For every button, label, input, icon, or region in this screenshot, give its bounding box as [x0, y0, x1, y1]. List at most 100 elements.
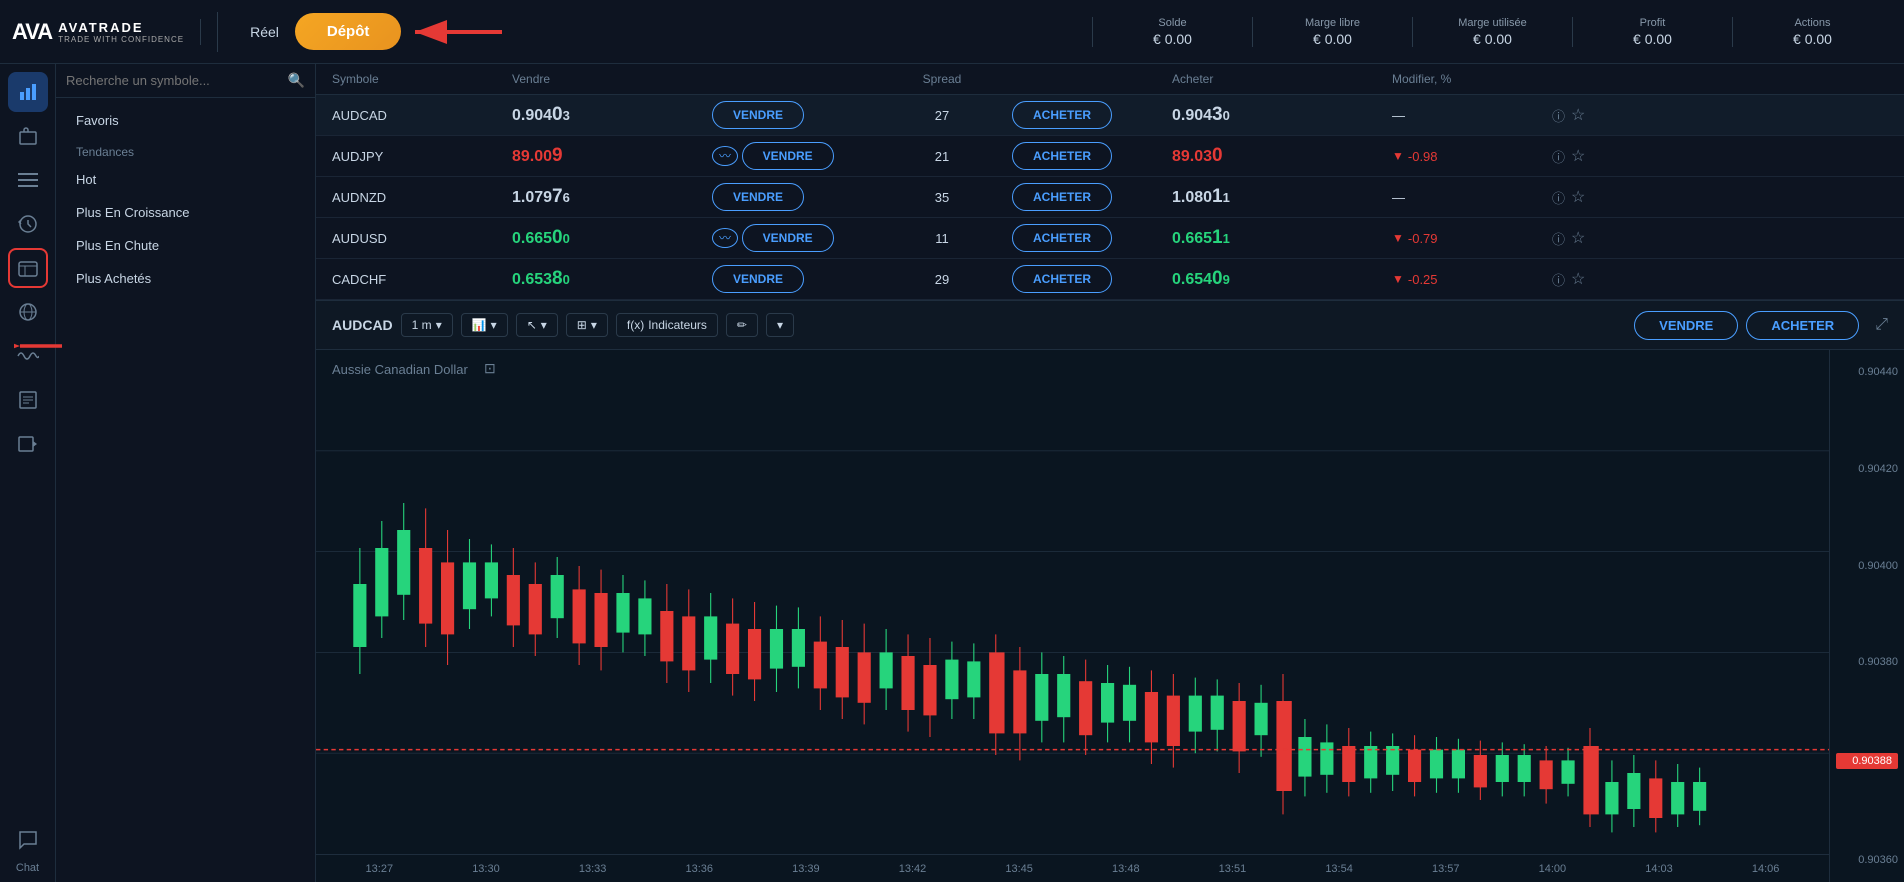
market-area: Symbole Vendre Spread Acheter Modifier, … [316, 64, 1904, 882]
menu-item-achetes[interactable]: Plus Achetés [70, 262, 301, 295]
star-icon-audnzd[interactable]: ☆ [1571, 187, 1585, 207]
timeframe-btn[interactable]: 1 m ▾ [401, 313, 453, 337]
fx-label: f(x) [627, 318, 644, 332]
cursor-btn[interactable]: ↖ ▾ [516, 313, 558, 337]
time-1351: 13:51 [1179, 863, 1286, 875]
menu-item-favoris[interactable]: Favoris [70, 104, 301, 137]
draw-btn[interactable]: ✏ [726, 313, 758, 337]
time-1342: 13:42 [859, 863, 966, 875]
sidebar-icon-news[interactable] [8, 380, 48, 420]
acheter-btn-audjpy[interactable]: ACHETER [1012, 142, 1112, 170]
chat-label: Chat [16, 862, 39, 874]
sell-price-audnzd: 1.07976 [512, 186, 712, 208]
symbol-audusd: AUDUSD [332, 231, 512, 246]
sidebar-icon-portfolio[interactable] [8, 116, 48, 156]
price-axis: 0.90440 0.90420 0.90400 0.90380 0.90388 … [1829, 350, 1904, 882]
chart-symbol: AUDCAD [332, 317, 393, 333]
acheter-btn-cadchf[interactable]: ACHETER [1012, 265, 1112, 293]
time-1354: 13:54 [1286, 863, 1393, 875]
symbol-audjpy: AUDJPY [332, 149, 512, 164]
table-row: AUDNZD 1.07976 VENDRE 35 ACHETER 1.08011… [316, 177, 1904, 218]
stat-marge-utilisee: Marge utilisée € 0.00 [1412, 17, 1572, 47]
acheter-btn-audusd[interactable]: ACHETER [1012, 224, 1112, 252]
chart-vendre-btn[interactable]: VENDRE [1634, 311, 1738, 340]
menu-item-hot[interactable]: Hot [70, 163, 301, 196]
acheter-btn-audcad[interactable]: ACHETER [1012, 101, 1112, 129]
draw-options-btn[interactable]: ▾ [766, 313, 794, 337]
star-icon-audusd[interactable]: ☆ [1571, 228, 1585, 248]
col-vendre: Vendre [512, 72, 712, 86]
menu-item-croissance[interactable]: Plus En Croissance [70, 196, 301, 229]
timeframe-chevron: ▾ [436, 318, 442, 332]
sidebar-icon-video[interactable] [8, 424, 48, 464]
sidebar-chat[interactable]: Chat [8, 820, 48, 874]
stat-actions: Actions € 0.00 [1732, 17, 1892, 47]
info-icon-audnzd[interactable]: ⓘ [1552, 188, 1565, 207]
symbol-audnzd: AUDNZD [332, 190, 512, 205]
cursor-icon: ↖ [527, 318, 537, 332]
vendre-btn-audnzd[interactable]: VENDRE [712, 183, 804, 211]
sidebar-icon-positions[interactable] [8, 248, 48, 288]
info-icon-cadchf[interactable]: ⓘ [1552, 270, 1565, 289]
time-1348: 13:48 [1072, 863, 1179, 875]
indicators-btn[interactable]: f(x) Indicateurs [616, 313, 718, 337]
vendre-btn-cadchf[interactable]: VENDRE [712, 265, 804, 293]
info-icon-audjpy[interactable]: ⓘ [1552, 147, 1565, 166]
wave-audjpy: 〰 VENDRE [712, 142, 872, 170]
symbols-menu: Favoris Tendances Hot Plus En Croissance… [56, 98, 315, 301]
pencil-icon: ✏ [737, 318, 747, 332]
time-1336: 13:36 [646, 863, 753, 875]
star-icon-audjpy[interactable]: ☆ [1571, 146, 1585, 166]
modifier-audusd: ▼-0.79 [1392, 231, 1552, 246]
sidebar-icon-history[interactable] [8, 204, 48, 244]
search-icon: 🔍 [288, 72, 305, 89]
sidebar-icon-wave[interactable] [8, 336, 48, 376]
time-1400: 14:00 [1499, 863, 1606, 875]
buy-btn-cadchf-cell: ACHETER [1012, 265, 1172, 293]
col-spread: Spread [872, 72, 1012, 86]
col-acheter: Acheter [1172, 72, 1392, 86]
vendre-btn-audjpy[interactable]: VENDRE [742, 142, 834, 170]
price-level-3: 0.90400 [1836, 560, 1898, 572]
buy-btn-audnzd-cell: ACHETER [1012, 183, 1172, 211]
info-icon-audusd[interactable]: ⓘ [1552, 229, 1565, 248]
menu-item-chute[interactable]: Plus En Chute [70, 229, 301, 262]
chart-acheter-btn[interactable]: ACHETER [1746, 311, 1859, 340]
star-icon-cadchf[interactable]: ☆ [1571, 269, 1585, 289]
chat-icon[interactable] [8, 820, 48, 860]
candle-chart [316, 350, 1829, 854]
modifier-audnzd: — [1392, 190, 1552, 205]
wave-icon-audjpy: 〰 [712, 146, 738, 166]
vendre-btn-audusd[interactable]: VENDRE [742, 224, 834, 252]
expand-chart-btn[interactable]: ⤢ [1875, 316, 1888, 334]
chart-toolbar: AUDCAD 1 m ▾ 📊 ▾ ↖ ▾ ⊞ ▾ f(x) Indicateur… [316, 300, 1904, 350]
price-level-4: 0.90380 [1836, 656, 1898, 668]
price-level-2: 0.90420 [1836, 463, 1898, 475]
sidebar-icon-chart[interactable] [8, 72, 48, 112]
table-row: CADCHF 0.65380 VENDRE 29 ACHETER 0.65409… [316, 259, 1904, 300]
sell-price-audusd: 0.66500 [512, 227, 712, 249]
depot-button[interactable]: Dépôt [295, 13, 402, 50]
price-level-1: 0.90440 [1836, 366, 1898, 378]
layout-chevron: ▾ [591, 318, 597, 332]
time-1330: 13:30 [433, 863, 540, 875]
vendre-btn-audcad[interactable]: VENDRE [712, 101, 804, 129]
chart-type-btn[interactable]: 📊 ▾ [461, 313, 508, 337]
info-icon-audcad[interactable]: ⓘ [1552, 106, 1565, 125]
buy-btn-audcad-cell: ACHETER [1012, 101, 1172, 129]
sidebar-icon-menu[interactable] [8, 160, 48, 200]
actions-cadchf: ⓘ ☆ [1552, 269, 1632, 289]
star-icon-audcad[interactable]: ☆ [1571, 105, 1585, 125]
layout-icon: ⊞ [577, 318, 587, 332]
modifier-audcad: — [1392, 108, 1552, 123]
layout-btn[interactable]: ⊞ ▾ [566, 313, 608, 337]
header-divider-1 [217, 12, 218, 52]
search-input[interactable] [66, 73, 282, 88]
acheter-btn-audnzd[interactable]: ACHETER [1012, 183, 1112, 211]
cursor-chevron: ▾ [541, 318, 547, 332]
sell-price-audjpy: 89.009 [512, 145, 712, 167]
sell-btn-audcad-cell: VENDRE [712, 101, 872, 129]
sidebar-icon-globe[interactable] [8, 292, 48, 332]
col-empty2 [1012, 72, 1172, 86]
buy-price-audnzd: 1.08011 [1172, 186, 1392, 208]
